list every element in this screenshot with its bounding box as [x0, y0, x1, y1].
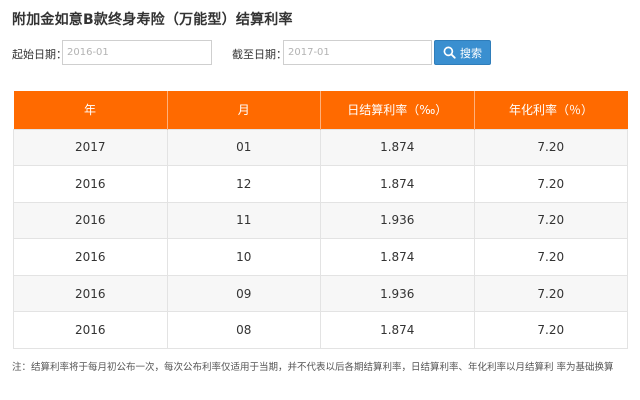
search-button[interactable]: 搜索 [434, 40, 491, 65]
table-row: 2016 12 1.874 7.20 [13, 165, 628, 203]
end-date-input[interactable] [283, 40, 432, 65]
start-date-label: 起始日期： [12, 48, 67, 61]
col-header-daily-rate: 日结算利率（‰） [320, 91, 475, 129]
cell-year: 2016 [13, 238, 168, 276]
cell-daily-rate: 1.874 [320, 128, 475, 167]
cell-month: 10 [166, 238, 321, 276]
cell-annual-rate: 7.20 [473, 165, 628, 203]
cell-daily-rate: 1.874 [320, 165, 475, 203]
cell-year: 2016 [13, 274, 168, 313]
table-header-row: 年 月 日结算利率（‰） 年化利率（％） [13, 91, 628, 129]
table-row: 2017 01 1.874 7.20 [13, 128, 628, 167]
cell-year: 2016 [13, 201, 168, 240]
table-row: 2016 09 1.936 7.20 [13, 274, 628, 313]
cell-annual-rate: 7.20 [473, 311, 628, 350]
cell-annual-rate: 7.20 [473, 274, 628, 313]
cell-month: 01 [166, 128, 321, 167]
search-button-label: 搜索 [460, 46, 482, 60]
cell-month: 08 [166, 311, 321, 350]
cell-daily-rate: 1.936 [320, 274, 475, 313]
start-date-input[interactable] [62, 40, 212, 65]
cell-month: 11 [166, 201, 321, 240]
cell-annual-rate: 7.20 [473, 128, 628, 167]
end-date-label: 截至日期： [232, 48, 287, 61]
col-header-month: 月 [167, 91, 321, 129]
search-icon [443, 46, 456, 59]
cell-daily-rate: 1.874 [320, 311, 475, 350]
page-title: 附加金如意B款终身寿险（万能型）结算利率 [12, 12, 293, 28]
cell-annual-rate: 7.20 [473, 238, 628, 276]
col-header-year: 年 [13, 91, 168, 129]
cell-daily-rate: 1.874 [320, 238, 475, 276]
cell-annual-rate: 7.20 [473, 201, 628, 240]
cell-daily-rate: 1.936 [320, 201, 475, 240]
table-row: 2016 10 1.874 7.20 [13, 238, 628, 276]
rates-table: 年 月 日结算利率（‰） 年化利率（％） 2017 01 1.874 7.20 … [13, 91, 628, 350]
cell-month: 12 [166, 165, 321, 203]
col-header-annual-rate: 年化利率（％） [474, 91, 628, 129]
table-row: 2016 11 1.936 7.20 [13, 201, 628, 240]
cell-month: 09 [166, 274, 321, 313]
footnote: 注：结算利率将于每月初公布一次，每次公布利率仅适用于当期，并不代表以后各期结算利… [12, 362, 614, 373]
cell-year: 2016 [13, 165, 168, 203]
cell-year: 2016 [13, 311, 168, 350]
cell-year: 2017 [13, 128, 168, 167]
table-row: 2016 08 1.874 7.20 [13, 311, 628, 350]
